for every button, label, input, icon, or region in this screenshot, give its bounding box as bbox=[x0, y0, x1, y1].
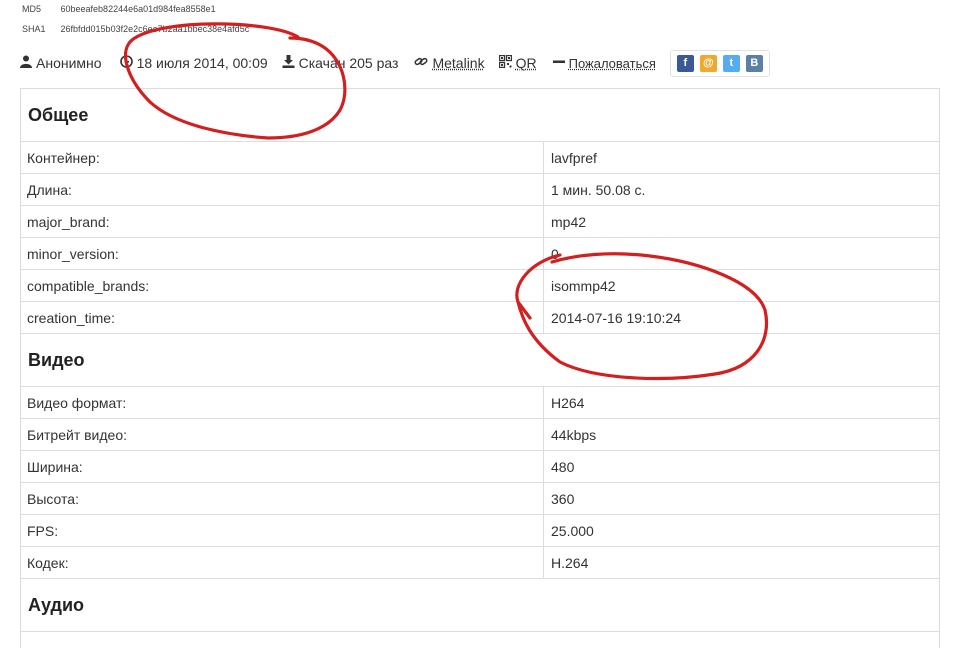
property-value: 480 bbox=[544, 451, 574, 482]
download-icon bbox=[282, 55, 295, 71]
table-row: Длина: 1 мин. 50.08 с. bbox=[21, 174, 939, 206]
hash-label: SHA1 bbox=[22, 22, 58, 36]
property-value: H264 bbox=[544, 387, 584, 418]
twitter-icon[interactable]: t bbox=[723, 55, 740, 72]
property-name: Контейнер: bbox=[21, 142, 544, 173]
vk-icon[interactable]: В bbox=[746, 55, 763, 72]
mail-icon[interactable]: @ bbox=[700, 55, 717, 72]
hash-label: MD5 bbox=[22, 2, 58, 16]
property-name: major_brand: bbox=[21, 206, 544, 237]
media-info-table: Общее Контейнер: lavfpref Длина: 1 мин. 50.0… bbox=[20, 88, 940, 648]
hash-value: 60beeafeb82244e6a01d984fea8558e1 bbox=[61, 4, 216, 14]
property-value: 2014-07-16 19:10:24 bbox=[544, 302, 681, 333]
minus-icon bbox=[553, 55, 565, 71]
property-name: FPS: bbox=[21, 515, 544, 546]
property-value: 0 bbox=[544, 238, 559, 269]
table-row: minor_version: 0 bbox=[21, 238, 939, 270]
author-name: Анонимно bbox=[36, 55, 102, 71]
property-name: Битрейт видео: bbox=[21, 419, 544, 450]
table-row: compatible_brands: isommp42 bbox=[21, 270, 939, 302]
download-count-text: Скачан 205 раз bbox=[299, 55, 399, 71]
hash-value: 26fbfdd015b03f2e2c6ee7b2aa1bbec38e4afd5c bbox=[61, 24, 250, 34]
author: Анонимно bbox=[20, 55, 102, 71]
property-value: isommp42 bbox=[544, 270, 616, 301]
social-share: f @ t В bbox=[670, 50, 770, 77]
section-heading: Общее bbox=[21, 89, 939, 142]
hash-row-sha1: SHA1 26fbfdd015b03f2e2c6ee7b2aa1bbec38e4… bbox=[22, 22, 249, 42]
property-name: Кодек: bbox=[21, 547, 544, 578]
property-value: 44kbps bbox=[544, 419, 596, 450]
property-name: compatible_brands: bbox=[21, 270, 544, 301]
qrcode-icon bbox=[499, 55, 512, 71]
link-icon bbox=[414, 55, 428, 71]
table-row: Контейнер: lavfpref bbox=[21, 142, 939, 174]
file-meta-bar: Анонимно 18 июля 2014, 00:09 Скачан 205 … bbox=[20, 46, 840, 80]
table-row: creation_time: 2014-07-16 19:10:24 bbox=[21, 302, 939, 334]
property-value: lavfpref bbox=[544, 142, 597, 173]
table-row: FPS: 25.000 bbox=[21, 515, 939, 547]
property-name: Ширина: bbox=[21, 451, 544, 482]
qr-label[interactable]: QR bbox=[516, 55, 537, 71]
property-name: creation_time: bbox=[21, 302, 544, 333]
metalink-label[interactable]: Metalink bbox=[432, 55, 484, 71]
property-name: Длина: bbox=[21, 174, 544, 205]
table-row: major_brand: mp42 bbox=[21, 206, 939, 238]
property-name: Видео формат: bbox=[21, 387, 544, 418]
facebook-icon[interactable]: f bbox=[677, 55, 694, 72]
property-value: 25.000 bbox=[544, 515, 594, 546]
upload-date-text: 18 июля 2014, 00:09 bbox=[137, 55, 268, 71]
report-label[interactable]: Пожаловаться bbox=[569, 56, 656, 71]
table-row: Кодек: H.264 bbox=[21, 547, 939, 579]
download-count: Скачан 205 раз bbox=[282, 55, 399, 71]
upload-date: 18 июля 2014, 00:09 bbox=[120, 55, 268, 71]
hash-block: MD5 60beeafeb82244e6a01d984fea8558e1 SHA… bbox=[22, 2, 249, 42]
property-value: mp42 bbox=[544, 206, 586, 237]
property-name: minor_version: bbox=[21, 238, 544, 269]
qr-link[interactable]: QR bbox=[499, 55, 537, 71]
property-value: 1 мин. 50.08 с. bbox=[544, 174, 645, 205]
section-heading: Видео bbox=[21, 334, 939, 387]
user-icon bbox=[20, 55, 32, 71]
section-heading: Аудио bbox=[21, 579, 939, 632]
clock-icon bbox=[120, 55, 133, 71]
table-row: Видео формат: H264 bbox=[21, 387, 939, 419]
metalink-link[interactable]: Metalink bbox=[414, 55, 484, 71]
report-link[interactable]: Пожаловаться bbox=[553, 55, 656, 71]
table-row: Высота: 360 bbox=[21, 483, 939, 515]
table-row: Ширина: 480 bbox=[21, 451, 939, 483]
property-name: Высота: bbox=[21, 483, 544, 514]
property-value: H.264 bbox=[544, 547, 588, 578]
property-value: 360 bbox=[544, 483, 574, 514]
table-row: Битрейт видео: 44kbps bbox=[21, 419, 939, 451]
hash-row-md5: MD5 60beeafeb82244e6a01d984fea8558e1 bbox=[22, 2, 249, 22]
